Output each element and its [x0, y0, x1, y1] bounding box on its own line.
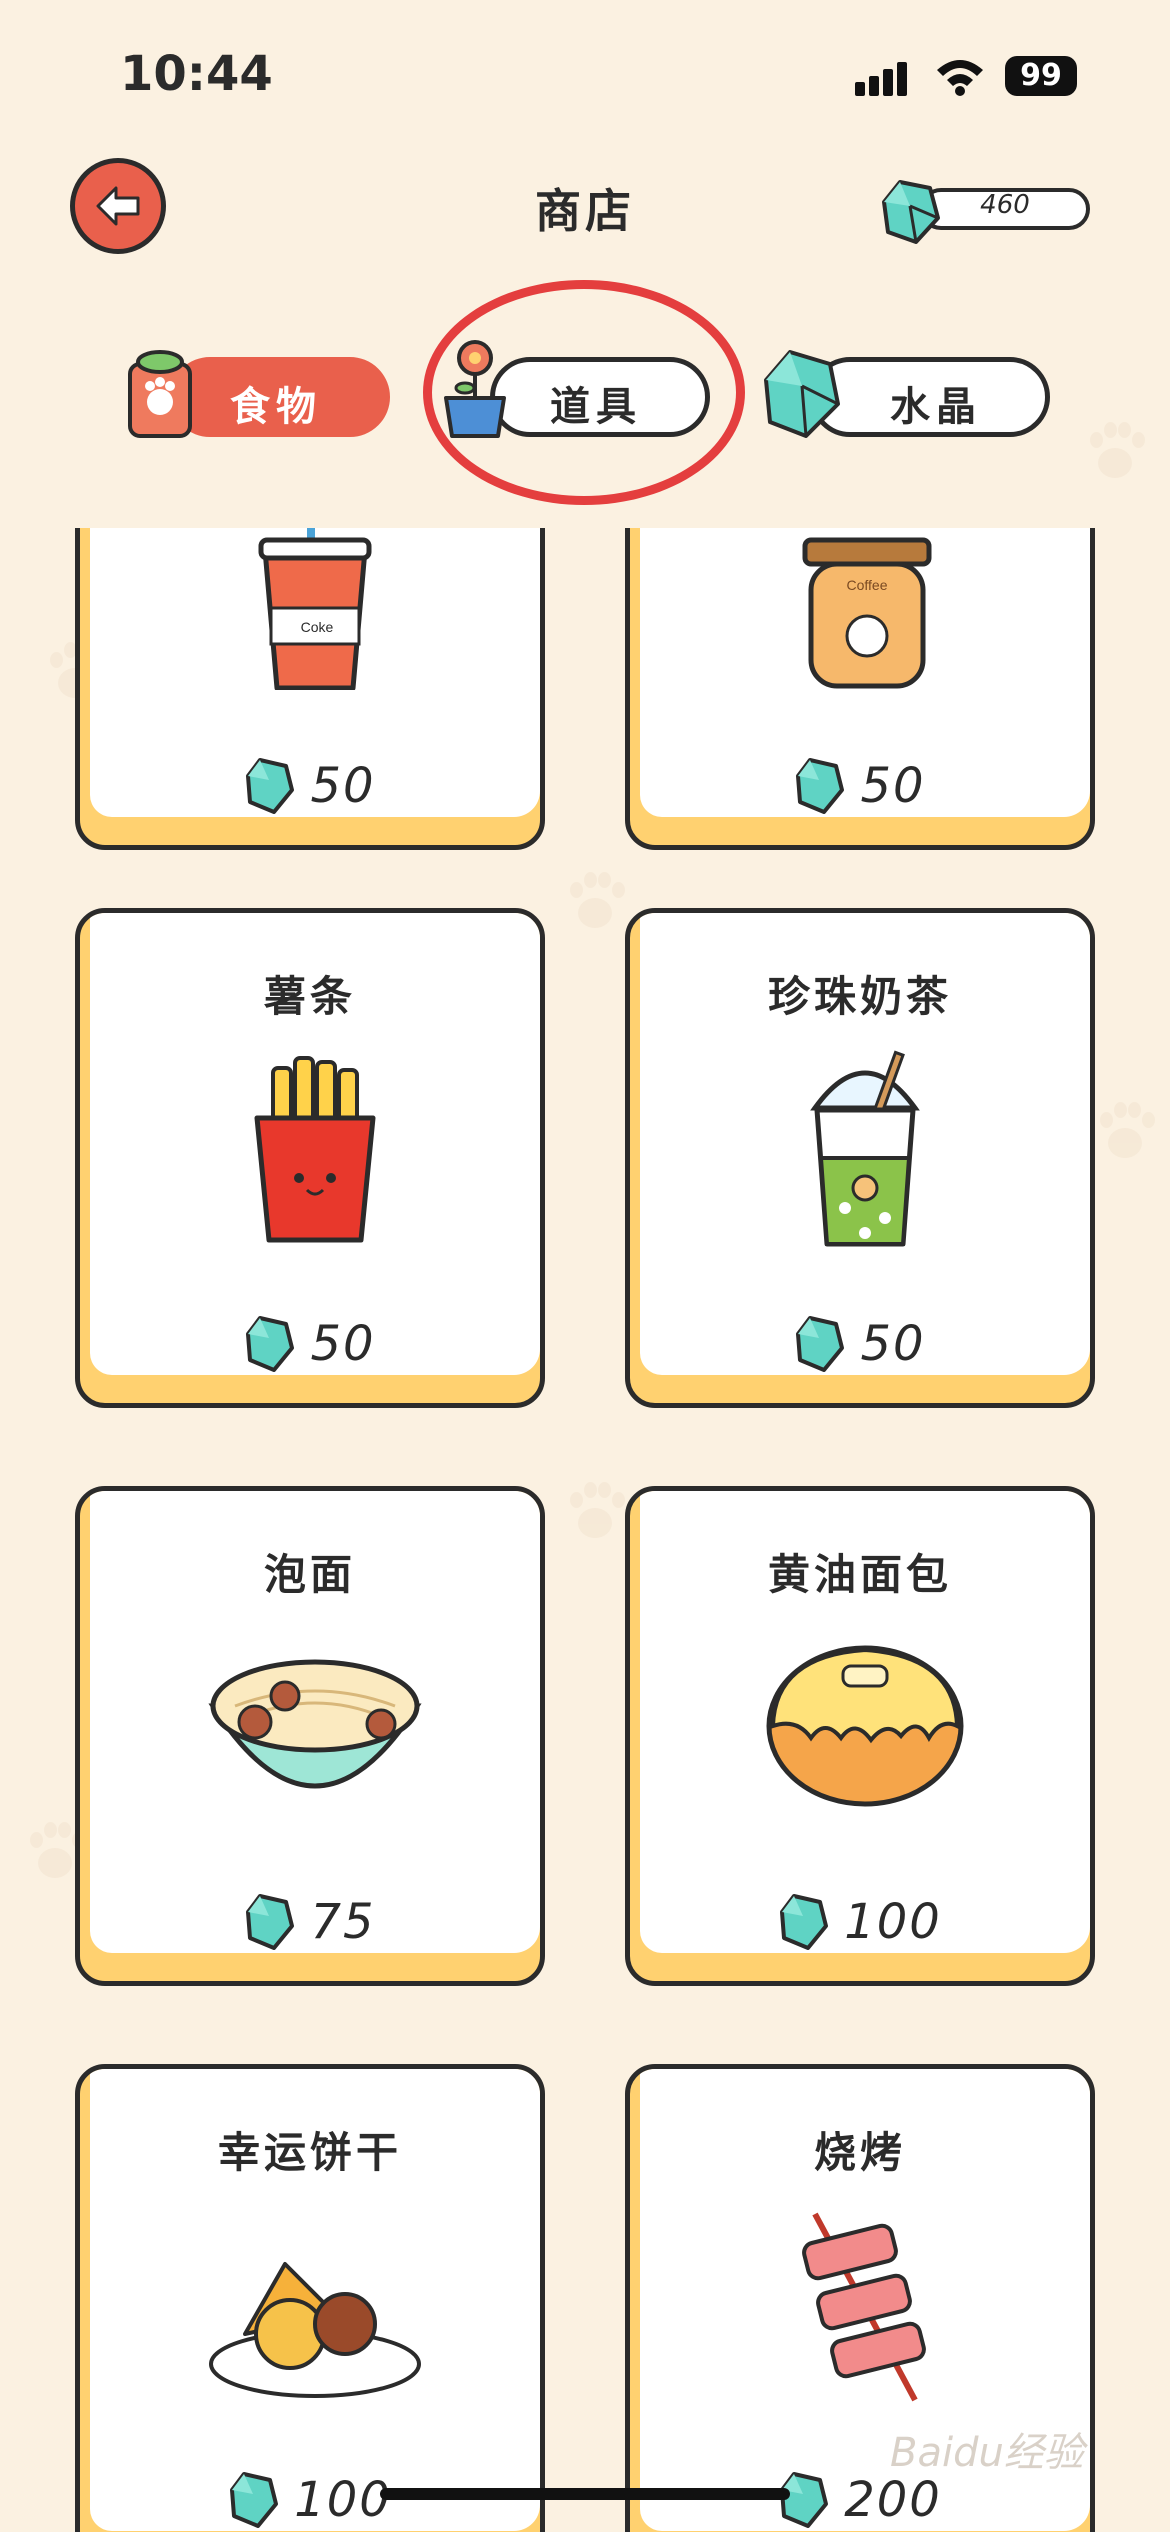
- item-name: 泡面: [263, 1550, 356, 1599]
- coffee-cup-icon: Coffee: [802, 537, 932, 689]
- item-price-value: 75: [310, 1894, 376, 1950]
- item-price-value: 50: [310, 758, 376, 814]
- shop-item-card[interactable]: 黄油面包 100: [625, 1486, 1095, 1986]
- cola-cup-icon: Coke: [258, 528, 372, 690]
- shop-grid: Coke 50 Coffee 50 薯条 50 珍珠奶茶 50 泡面 75 黄油…: [0, 528, 1170, 2532]
- tab-food-label: 食物: [230, 384, 322, 430]
- item-price: 100: [630, 1891, 1090, 1952]
- item-price: 50: [630, 1313, 1090, 1374]
- cola-label: Coke: [301, 619, 334, 635]
- gem-icon: [882, 180, 940, 244]
- gem-icon: [230, 2472, 279, 2528]
- item-name: 黄油面包: [767, 1550, 952, 1599]
- tab-crystal-label: 水晶: [890, 384, 982, 430]
- gem-icon: [246, 1894, 295, 1950]
- battery-icon: 99: [1005, 56, 1077, 96]
- barbecue-icon: [802, 2212, 926, 2402]
- status-bar: 10:44 99: [0, 0, 1170, 150]
- wifi-icon: [937, 60, 983, 96]
- item-price-value: 100: [294, 2472, 392, 2528]
- french-fries-icon: [254, 1056, 376, 1243]
- item-price: 50: [80, 755, 540, 816]
- signal-icon: [855, 60, 915, 96]
- watermark: Baidu经验: [890, 2430, 1084, 2476]
- gem-icon: [796, 1316, 845, 1372]
- shop-item-card[interactable]: 薯条 50: [75, 908, 545, 1408]
- item-name: 薯条: [263, 972, 356, 1021]
- status-time: 10:44: [120, 46, 273, 102]
- shop-item-card[interactable]: 幸运饼干 100: [75, 2064, 545, 2532]
- shop-item-card[interactable]: 珍珠奶茶 50: [625, 908, 1095, 1408]
- item-price-value: 100: [844, 1894, 942, 1950]
- noodle-bowl-icon: [208, 1659, 422, 1789]
- gem-icon: [796, 758, 845, 814]
- item-price-value: 200: [844, 2472, 942, 2528]
- coffee-label: Coffee: [847, 577, 888, 593]
- shop-item-card[interactable]: Coke 50: [75, 528, 545, 850]
- shop-item-card[interactable]: 泡面 75: [75, 1486, 545, 1986]
- item-price-value: 50: [860, 758, 926, 814]
- item-price: 50: [630, 755, 1090, 816]
- item-name: 珍珠奶茶: [767, 972, 952, 1021]
- home-indicator[interactable]: [380, 2488, 790, 2500]
- highlight-circle: [423, 280, 745, 505]
- tab-food[interactable]: 食物: [120, 350, 390, 440]
- crystal-icon: [764, 350, 840, 438]
- gem-icon: [780, 2472, 829, 2528]
- item-name: 烧烤: [813, 2128, 906, 2177]
- item-price-value: 50: [860, 1316, 926, 1372]
- gem-icon: [246, 1316, 295, 1372]
- paw-decoration: [1080, 420, 1150, 490]
- bubble-tea-icon: [810, 1050, 920, 1247]
- item-price-value: 50: [310, 1316, 376, 1372]
- tab-crystal[interactable]: 水晶: [760, 350, 1050, 440]
- gem-balance: 460: [880, 178, 1090, 244]
- shop-item-card[interactable]: Coffee 50: [625, 528, 1095, 850]
- gem-icon: [246, 758, 295, 814]
- fortune-cookie-icon: [209, 2262, 421, 2398]
- gem-icon: [780, 1894, 829, 1950]
- item-name: 幸运饼干: [217, 2128, 402, 2177]
- item-price: 75: [80, 1891, 540, 1952]
- gem-balance-value: 460: [980, 190, 1030, 220]
- item-price: 50: [80, 1313, 540, 1374]
- food-bag-icon: [128, 350, 192, 438]
- butter-bread-icon: [766, 1645, 964, 1807]
